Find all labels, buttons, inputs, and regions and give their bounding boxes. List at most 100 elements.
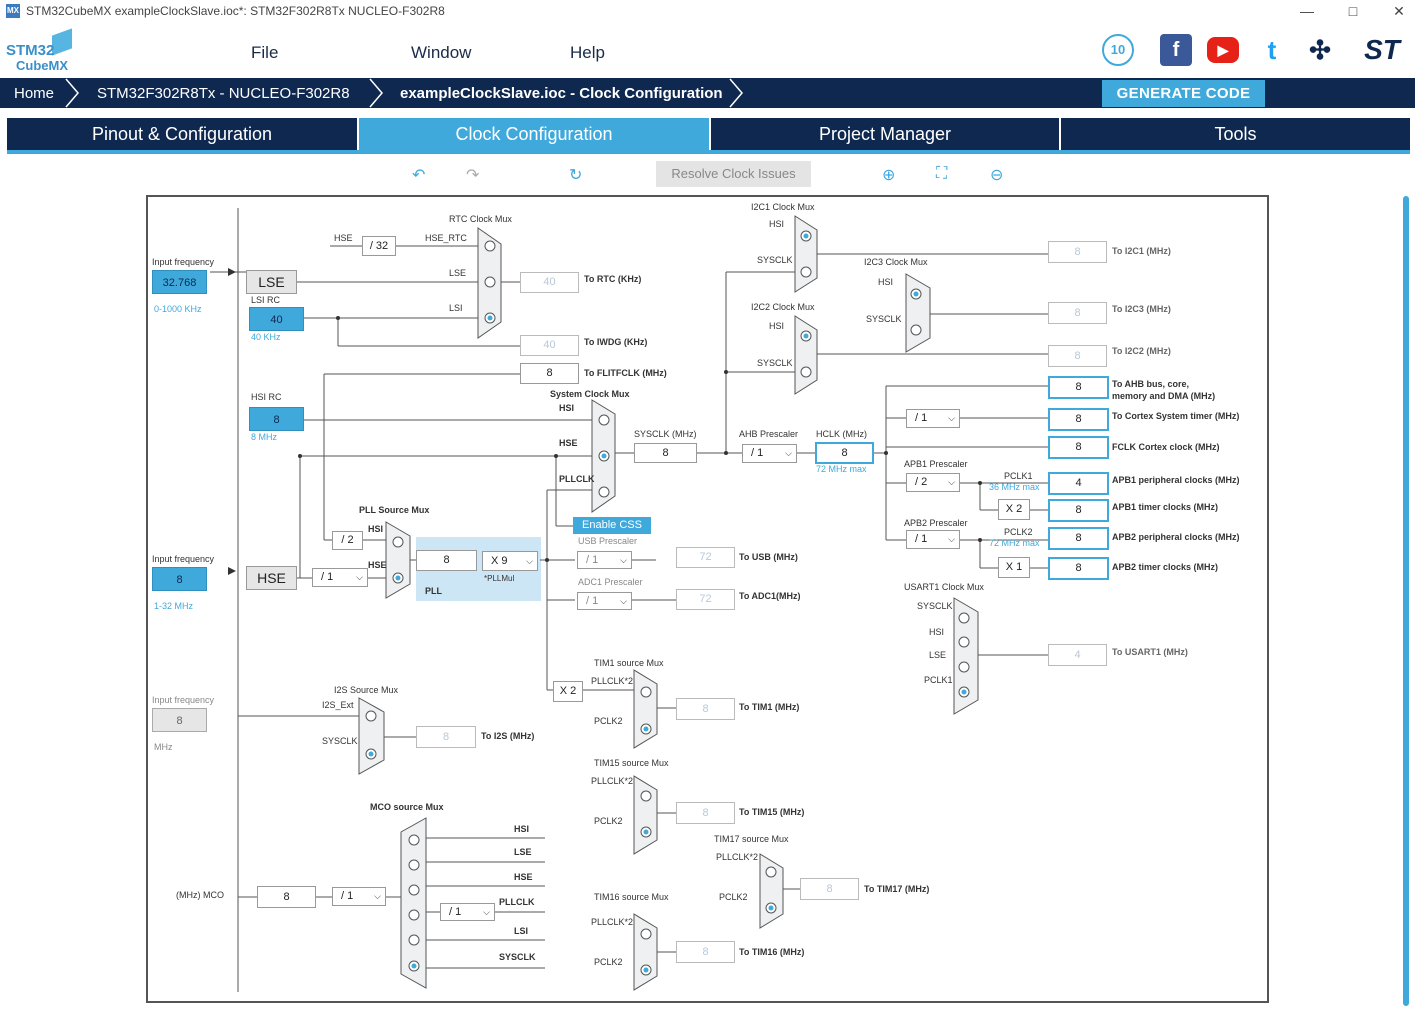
rtc-lsi-label: LSI xyxy=(449,303,463,313)
ahb-output[interactable]: 8 xyxy=(1048,376,1109,399)
hse-input-label: Input frequency xyxy=(152,554,215,564)
tim1-to-label: To TIM1 (MHz) xyxy=(739,702,800,712)
apb2-prescaler-value: / 1 xyxy=(915,533,928,545)
i2c1-output: 8 xyxy=(1048,241,1107,263)
ahb-prescaler-select[interactable]: / 1 ⌵ xyxy=(742,444,797,463)
tim16-to-label: To TIM16 (MHz) xyxy=(739,947,805,957)
cortex-timer-output[interactable]: 8 xyxy=(1048,408,1109,431)
hclk-input[interactable]: 8 xyxy=(815,442,874,464)
i2c2-sysclk-label: SYSCLK xyxy=(757,358,793,368)
i2s-frequency-input[interactable]: 8 xyxy=(152,708,207,732)
adc-output: 72 xyxy=(676,589,735,610)
hsi-value: 8 xyxy=(249,407,304,431)
pll-input-value: 8 xyxy=(416,550,477,571)
apb1-timer-output[interactable]: 8 xyxy=(1048,499,1109,522)
usart1-hsi-label: HSI xyxy=(929,627,945,637)
pll-mux-hsi-label: HSI xyxy=(368,524,384,534)
apb1-prescaler-label: APB1 Prescaler xyxy=(904,459,968,469)
chevron-down-icon: ⌵ xyxy=(948,534,955,544)
ahb-to-label-1: To AHB bus, core, xyxy=(1112,379,1190,389)
pll-mul-value: X 9 xyxy=(491,555,508,567)
apb1-peripheral-to-label: APB1 peripheral clocks (MHz) xyxy=(1112,475,1240,485)
hclk-label: HCLK (MHz) xyxy=(816,429,867,439)
tim16-output: 8 xyxy=(676,941,735,963)
cortex-divider-select[interactable]: / 1 ⌵ xyxy=(906,409,960,428)
i2c2-output: 8 xyxy=(1048,345,1107,367)
ahb-prescaler-label: AHB Prescaler xyxy=(739,429,799,439)
i2c2-mux-label: I2C2 Clock Mux xyxy=(751,302,815,312)
hsi-pll-divider: / 2 xyxy=(332,531,363,550)
apb2-timer-output[interactable]: 8 xyxy=(1048,557,1109,580)
sys-mux-hse-label: HSE xyxy=(559,438,578,448)
chevron-down-icon: ⌵ xyxy=(948,477,955,487)
rtc-hse-label: HSE xyxy=(334,233,353,243)
mco-sysclk-label: SYSCLK xyxy=(499,952,536,962)
i2c1-mux-label: I2C1 Clock Mux xyxy=(751,202,815,212)
i2s-output: 8 xyxy=(416,726,476,748)
system-clock-mux-label: System Clock Mux xyxy=(550,389,630,399)
mco-label: (MHz) MCO xyxy=(176,890,224,900)
pll-mux-hse-label: HSE xyxy=(368,560,387,570)
i2s-unit: MHz xyxy=(154,742,173,752)
hse-prediv-value: / 1 xyxy=(321,571,334,583)
adc-prescaler-label: ADC1 Prescaler xyxy=(578,577,643,587)
usart1-sysclk-label: SYSCLK xyxy=(917,601,953,611)
apb2-peripheral-output[interactable]: 8 xyxy=(1048,527,1109,550)
apb1-prescaler-value: / 2 xyxy=(915,476,928,488)
lsi-unit: 40 KHz xyxy=(251,332,281,342)
i2c3-hsi-label: HSI xyxy=(878,277,894,287)
chevron-down-icon: ⌵ xyxy=(948,413,955,423)
i2s-mux-label: I2S Source Mux xyxy=(334,685,399,695)
adc-prescaler-value: / 1 xyxy=(586,595,599,607)
adc-prescaler-select[interactable]: / 1 ⌵ xyxy=(577,592,632,610)
mco-pll-divider-value: / 1 xyxy=(449,906,462,918)
cortex-divider-value: / 1 xyxy=(915,412,928,424)
cortex-to-label: To Cortex System timer (MHz) xyxy=(1112,411,1240,421)
mco-output: 8 xyxy=(257,886,316,908)
apb1-prescaler-select[interactable]: / 2 ⌵ xyxy=(906,473,960,492)
usart1-pclk1-label: PCLK1 xyxy=(924,675,953,685)
rtc-output: 40 xyxy=(520,272,579,293)
lse-input-label: Input frequency xyxy=(152,257,215,267)
usart1-mux-label: USART1 Clock Mux xyxy=(904,582,984,592)
i2s-sysclk-label: SYSCLK xyxy=(322,736,358,746)
lsi-rc-label: LSI RC xyxy=(251,295,281,305)
pll-mul-select[interactable]: X 9 ⌵ xyxy=(482,551,538,571)
usb-prescaler-label: USB Prescaler xyxy=(578,536,638,546)
i2c1-sysclk-label: SYSCLK xyxy=(757,255,793,265)
tim1-pll-label: PLLCLK*2 xyxy=(591,676,634,686)
apb1-peripheral-output[interactable]: 4 xyxy=(1048,472,1109,495)
hse-prediv-select[interactable]: / 1 ⌵ xyxy=(312,568,368,587)
ahb-to-label-2: memory and DMA (MHz) xyxy=(1112,391,1216,401)
mco-pll-divider-select[interactable]: / 1 ⌵ xyxy=(440,903,495,921)
tim15-to-label: To TIM15 (MHz) xyxy=(739,807,805,817)
hse-frequency-input[interactable]: 8 xyxy=(152,567,207,591)
sysclk-value: 8 xyxy=(634,443,697,463)
chevron-down-icon: ⌵ xyxy=(374,891,381,901)
tim17-output: 8 xyxy=(800,878,859,900)
hclk-max: 72 MHz max xyxy=(816,464,867,474)
mco-divider-select[interactable]: / 1 ⌵ xyxy=(332,887,386,906)
fclk-output[interactable]: 8 xyxy=(1048,436,1109,459)
pll-mul-label: *PLLMul xyxy=(484,574,515,583)
tim16-mux-label: TIM16 source Mux xyxy=(594,892,669,902)
lse-range: 0-1000 KHz xyxy=(154,304,202,314)
hse-block[interactable]: HSE xyxy=(246,566,297,590)
usb-to-label: To USB (MHz) xyxy=(739,552,798,562)
tim16-pclk-label: PCLK2 xyxy=(594,957,623,967)
mco-mux-label: MCO source Mux xyxy=(370,802,444,812)
lse-frequency-input[interactable]: 32.768 xyxy=(152,270,207,294)
tim1-mux-label: TIM1 source Mux xyxy=(594,658,664,668)
chevron-down-icon: ⌵ xyxy=(483,907,490,917)
tim17-pll-label: PLLCLK*2 xyxy=(716,852,759,862)
i2c3-to-label: To I2C3 (MHz) xyxy=(1112,304,1171,314)
i2s-input-label: Input frequency xyxy=(152,695,215,705)
i2c3-mux-label: I2C3 Clock Mux xyxy=(864,257,928,267)
tim15-mux-label: TIM15 source Mux xyxy=(594,758,669,768)
tim1-output: 8 xyxy=(676,698,735,720)
apb2-prescaler-select[interactable]: / 1 ⌵ xyxy=(906,530,960,549)
enable-css-button[interactable]: Enable CSS xyxy=(573,517,651,534)
rtc-to-label: To RTC (KHz) xyxy=(584,274,642,284)
lse-block[interactable]: LSE xyxy=(246,270,297,294)
usb-prescaler-select[interactable]: / 1 ⌵ xyxy=(577,551,632,569)
